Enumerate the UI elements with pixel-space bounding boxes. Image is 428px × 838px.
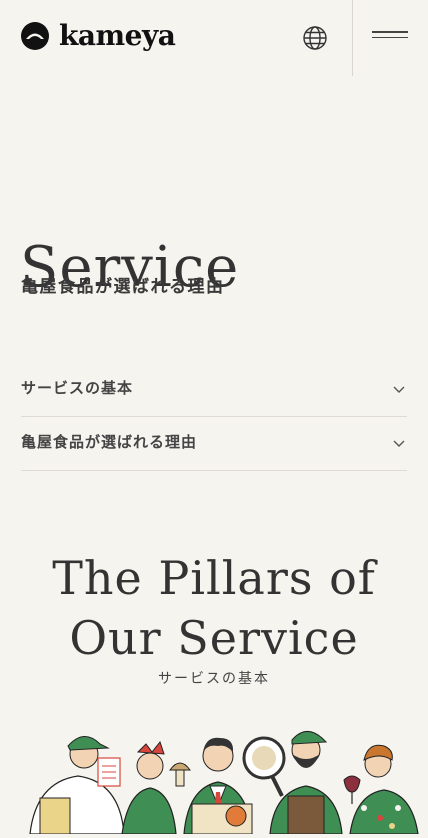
figure-1 bbox=[29, 736, 125, 835]
accordion-item-reasons[interactable]: 亀屋食品が選ばれる理由 bbox=[21, 416, 407, 471]
figure-2 bbox=[121, 740, 191, 835]
section-subtitle: サービスの基本 bbox=[158, 671, 270, 687]
page-subtitle: 亀屋食品が選ばれる理由 bbox=[21, 277, 225, 297]
accordion-label: 亀屋食品が選ばれる理由 bbox=[21, 433, 198, 451]
section-title: The Pillars of Our Service bbox=[0, 548, 428, 668]
staff-illustration bbox=[0, 712, 428, 835]
site-header: kameya bbox=[0, 0, 428, 76]
globe-icon[interactable] bbox=[302, 25, 328, 51]
figure-5 bbox=[343, 744, 419, 835]
chevron-down-icon bbox=[393, 380, 405, 393]
hamburger-icon[interactable] bbox=[372, 31, 408, 45]
logo-text: kameya bbox=[59, 19, 176, 52]
logo[interactable]: kameya bbox=[21, 19, 176, 52]
figure-4 bbox=[242, 731, 343, 835]
section-title-line1: The Pillars of bbox=[52, 551, 376, 605]
chevron-down-icon bbox=[393, 434, 405, 447]
accordion-item-service-basics[interactable]: サービスの基本 bbox=[21, 362, 407, 417]
figure-3 bbox=[183, 737, 253, 835]
accordion-label: サービスの基本 bbox=[21, 379, 134, 397]
header-divider bbox=[352, 0, 353, 76]
section-title-line2: Our Service bbox=[69, 611, 359, 665]
logo-mark-icon bbox=[21, 22, 49, 50]
